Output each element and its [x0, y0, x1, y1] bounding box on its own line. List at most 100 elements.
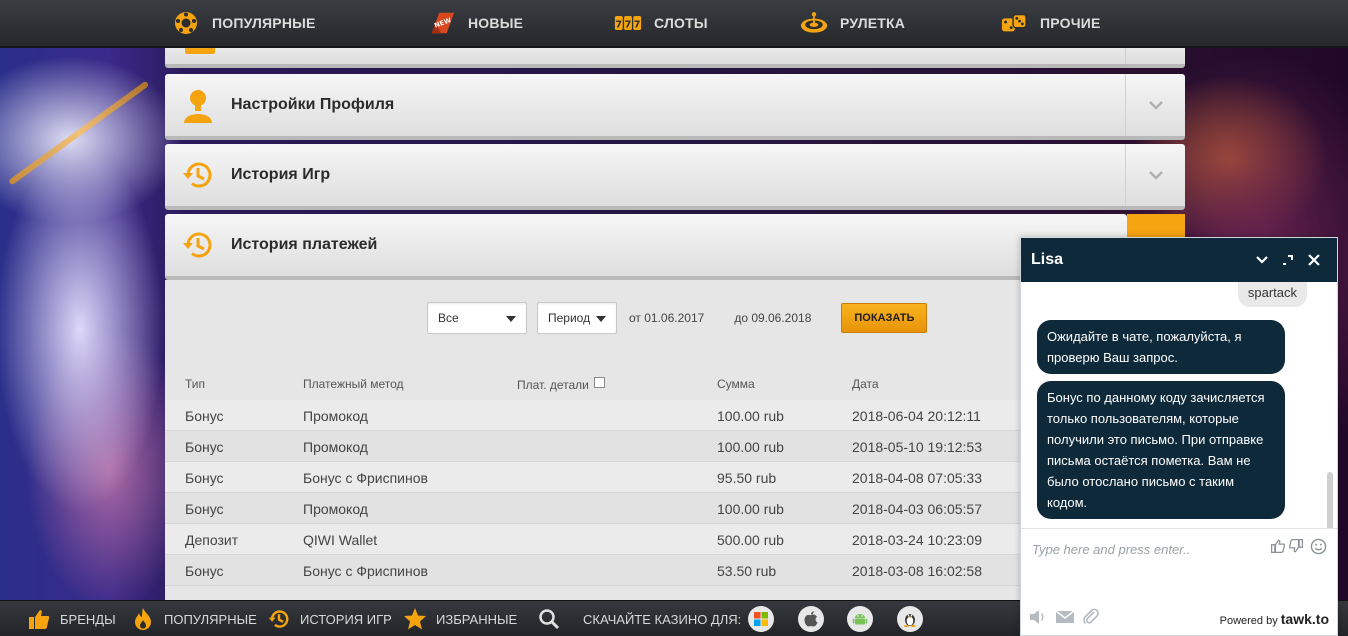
- chat-input-area[interactable]: Type here and press enter..: [1021, 528, 1337, 584]
- linux-icon[interactable]: [897, 606, 923, 632]
- nav-popular[interactable]: ПОПУЛЯРНЫЕ: [172, 0, 316, 46]
- chat-header: Lisa: [1021, 238, 1337, 282]
- date-to-label[interactable]: до 09.06.2018: [734, 311, 811, 325]
- period-select[interactable]: Период: [537, 302, 617, 334]
- popout-icon[interactable]: [1275, 247, 1301, 273]
- chat-scrollbar[interactable]: [1327, 472, 1333, 528]
- show-button[interactable]: ПОКАЗАТЬ: [841, 303, 928, 333]
- roulette-icon: [800, 9, 828, 37]
- history-clock-icon: [165, 159, 231, 191]
- attachment-icon[interactable]: [1083, 608, 1099, 631]
- cell-method: QIWI Wallet: [303, 532, 378, 548]
- cell-amount: 100.00 rub: [717, 408, 784, 424]
- bottom-popular[interactable]: ПОПУЛЯРНЫЕ: [130, 601, 257, 636]
- header-method: Платежный метод: [303, 377, 404, 391]
- nav-label: ПРОЧИЕ: [1040, 15, 1101, 31]
- nav-roulette[interactable]: РУЛЕТКА: [800, 0, 905, 46]
- nav-label: СЛОТЫ: [654, 15, 708, 31]
- cell-method: Промокод: [303, 501, 368, 517]
- chat-widget: Lisa spartack Ожидайте в чате, пожалуйст…: [1020, 237, 1338, 636]
- sound-icon[interactable]: [1029, 609, 1047, 630]
- header-date: Дата: [852, 377, 879, 391]
- nav-label: ПОПУЛЯРНЫЕ: [212, 15, 316, 31]
- bottom-label: ПОПУЛЯРНЫЕ: [164, 611, 257, 627]
- star-icon: [402, 606, 428, 632]
- svg-text:7: 7: [634, 19, 641, 30]
- windows-icon[interactable]: [748, 606, 774, 632]
- cell-amount: 100.00 rub: [717, 439, 784, 455]
- slots-777-icon: 777: [614, 9, 642, 37]
- email-icon[interactable]: [1055, 609, 1075, 629]
- dice-icon: [1000, 9, 1028, 37]
- cell-type: Бонус: [185, 408, 224, 424]
- accordion-title: История платежей: [231, 236, 378, 253]
- apple-icon[interactable]: [798, 606, 824, 632]
- new-badge-icon: NEW: [428, 9, 456, 37]
- cell-method: Промокод: [303, 439, 368, 455]
- bottom-download-label: СКАЧАЙТЕ КАЗИНО ДЛЯ:: [583, 601, 741, 636]
- chevron-down-icon[interactable]: [1249, 247, 1275, 273]
- caret-down-icon: [596, 316, 606, 322]
- cell-type: Бонус: [185, 470, 224, 486]
- payments-filters: Все Период от 01.06.2017 до 09.06.2018 П…: [427, 302, 928, 334]
- thumbs-down-icon[interactable]: [1288, 539, 1303, 558]
- header-type: Тип: [185, 377, 206, 391]
- cell-amount: 500.00 rub: [717, 532, 784, 548]
- cell-method: Бонус с Фриспинов: [303, 563, 428, 579]
- nav-new[interactable]: NEW НОВЫЕ: [428, 0, 523, 46]
- header-details: Плат. детали: [517, 377, 606, 392]
- bottom-label: ИЗБРАННЫЕ: [436, 611, 518, 627]
- accordion-profile-settings[interactable]: Настройки Профиля: [165, 74, 1185, 140]
- cell-type: Бонус: [185, 439, 224, 455]
- cell-date: 2018-04-03 06:05:57: [852, 501, 982, 517]
- bottom-brands[interactable]: БРЕНДЫ: [26, 601, 116, 636]
- cell-date: 2018-06-04 20:12:11: [852, 408, 981, 424]
- bottom-games-history[interactable]: ИСТОРИЯ ИГР: [266, 601, 392, 636]
- top-navigation: ПОПУЛЯРНЫЕ NEW НОВЫЕ 777 СЛОТЫ РУЛЕТКА П…: [0, 0, 1348, 48]
- accordion-title: История Игр: [231, 166, 331, 183]
- cell-date: 2018-03-08 16:02:58: [852, 563, 982, 579]
- cell-type: Бонус: [185, 563, 224, 579]
- bottom-label: ИСТОРИЯ ИГР: [300, 611, 392, 627]
- details-checkbox[interactable]: [594, 377, 606, 388]
- powered-by[interactable]: Powered by tawk.to: [1220, 611, 1329, 627]
- emoji-icon[interactable]: [1310, 538, 1327, 560]
- android-icon[interactable]: [847, 606, 873, 632]
- bottom-label: БРЕНДЫ: [60, 611, 116, 627]
- football-icon: [172, 9, 200, 37]
- bottom-label: СКАЧАЙТЕ КАЗИНО ДЛЯ:: [583, 611, 742, 627]
- cell-type: Депозит: [185, 532, 239, 548]
- bottom-search[interactable]: [536, 601, 570, 636]
- close-icon[interactable]: [1301, 247, 1327, 273]
- nav-other[interactable]: ПРОЧИЕ: [1000, 0, 1101, 46]
- accordion-payments-history[interactable]: История платежей: [165, 214, 1127, 280]
- cell-amount: 100.00 rub: [717, 501, 784, 517]
- cell-amount: 53.50 rub: [717, 563, 777, 579]
- chevron-down-icon[interactable]: [1125, 144, 1185, 206]
- cell-date: 2018-04-08 07:05:33: [852, 470, 982, 486]
- cell-date: 2018-03-24 10:23:09: [852, 532, 982, 548]
- cell-method: Бонус с Фриспинов: [303, 470, 428, 486]
- nav-label: РУЛЕТКА: [840, 15, 906, 31]
- nav-slots[interactable]: 777 СЛОТЫ: [614, 0, 708, 46]
- thumbs-up-icon[interactable]: [1271, 539, 1286, 558]
- history-clock-icon: [266, 606, 292, 632]
- history-clock-icon: [165, 229, 231, 261]
- nav-label: НОВЫЕ: [468, 15, 524, 31]
- header-amount: Сумма: [717, 377, 755, 391]
- search-icon: [536, 606, 562, 632]
- svg-text:7: 7: [615, 19, 622, 30]
- type-select[interactable]: Все: [427, 302, 527, 334]
- thumbs-up-icon: [26, 606, 52, 632]
- user-icon: [165, 87, 231, 123]
- chevron-down-icon[interactable]: [1125, 74, 1185, 136]
- bottom-favorites[interactable]: ИЗБРАННЫЕ: [402, 601, 517, 636]
- agent-message: Ожидайте в чате, пожалуйста, я проверю В…: [1037, 320, 1285, 374]
- chat-input-placeholder: Type here and press enter..: [1032, 542, 1191, 557]
- chat-agent-name: Lisa: [1031, 251, 1064, 268]
- background-spear: [8, 80, 150, 186]
- cell-type: Бонус: [185, 501, 224, 517]
- accordion-games-history[interactable]: История Игр: [165, 144, 1185, 210]
- date-from-label[interactable]: от 01.06.2017: [629, 311, 704, 325]
- accordion-title: Настройки Профиля: [231, 96, 395, 113]
